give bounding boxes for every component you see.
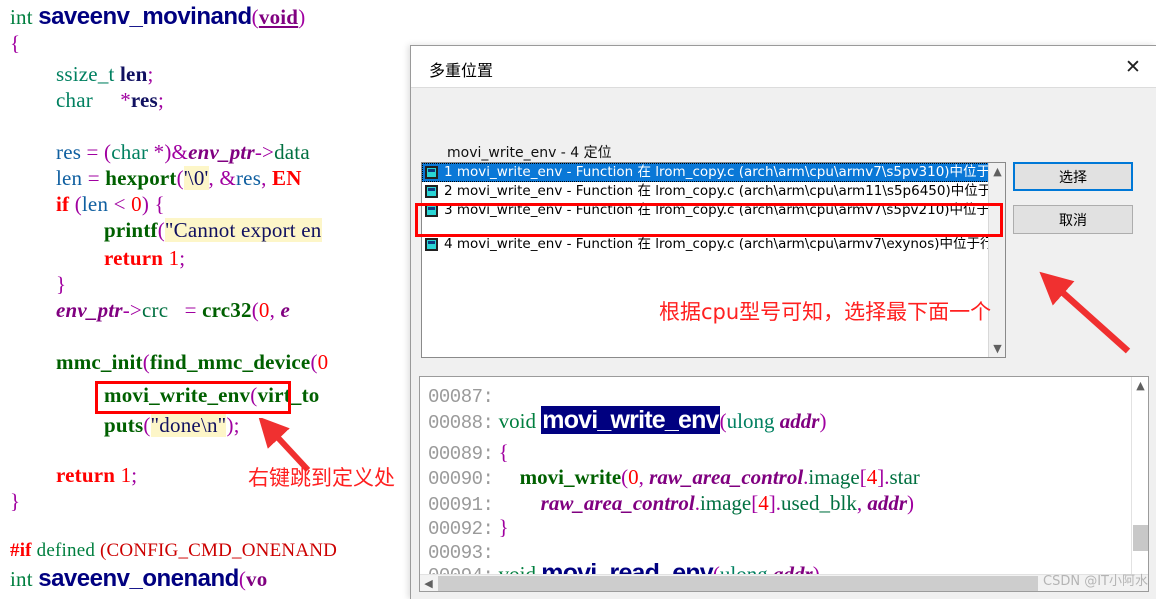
dialog-body: movi_write_env - 4 定位 1 movi_write_env -…	[411, 88, 1156, 599]
code-preview-pane[interactable]: 00087: 00088: void movi_write_env(ulong …	[419, 376, 1149, 592]
preview-line: 00090: movi_write(0, raw_area_control.im…	[428, 465, 920, 490]
list-item-label: 2 movi_write_env - Function 在 lrom_copy.…	[444, 183, 1006, 199]
dialog-annotation-text: 根据cpu型号可知，选择最下面一个	[659, 300, 992, 324]
dialog-title: 多重位置	[429, 61, 494, 80]
dialog-annotation-arrow	[1039, 271, 1131, 354]
code-line: puts("done\n");	[104, 413, 240, 437]
list-label: movi_write_env - 4 定位	[447, 145, 612, 161]
preview-line: 00089: {	[428, 440, 509, 465]
select-button[interactable]: 选择	[1013, 162, 1133, 191]
code-line: if (len < 0) {	[56, 192, 165, 216]
scrollbar-thumb[interactable]	[990, 181, 1005, 235]
code-line: return 1;	[104, 246, 186, 270]
list-item[interactable]: 2 movi_write_env - Function 在 lrom_copy.…	[422, 182, 1005, 201]
scrollbar-thumb[interactable]	[1133, 525, 1148, 551]
code-line: {	[10, 31, 21, 55]
locations-listbox[interactable]: 1 movi_write_env - Function 在 lrom_copy.…	[421, 162, 1006, 358]
code-line: }	[56, 272, 67, 296]
code-line: int saveenv_movinand(void)	[10, 3, 306, 30]
code-line: env_ptr->crc = crc32(0, e	[56, 298, 291, 322]
list-item-label: 4 movi_write_env - Function 在 lrom_copy.…	[444, 236, 1006, 252]
code-line: printf("Cannot export en	[104, 218, 322, 242]
chevron-down-icon[interactable]: ▼	[989, 340, 1005, 357]
code-line: len = hexport('\0', &res, EN	[56, 166, 302, 190]
screen: int saveenv_movinand(void) { ssize_t len…	[0, 0, 1156, 599]
list-item[interactable]: 3 movi_write_env - Function 在 lrom_copy.…	[422, 201, 1005, 220]
preview-horizontal-scrollbar[interactable]: ◀	[420, 574, 1148, 591]
watermark: CSDN @IT小阿水	[1043, 574, 1148, 589]
list-item[interactable]: 4 movi_write_env - Function 在 lrom_copy.…	[422, 235, 1005, 254]
code-line: int saveenv_onenand(vo	[10, 565, 268, 592]
code-line: char *res;	[56, 88, 164, 112]
chevron-up-icon[interactable]: ▲	[989, 163, 1005, 180]
chevron-up-icon[interactable]: ▲	[1132, 377, 1148, 394]
multiple-locations-dialog: 多重位置 ✕ movi_write_env - 4 定位 1 movi_writ…	[410, 45, 1156, 599]
chevron-left-icon[interactable]: ◀	[420, 575, 437, 591]
code-line: ssize_t len;	[56, 62, 154, 86]
code-line: res = (char *)&env_ptr->data	[56, 140, 310, 164]
code-line: return 1;	[56, 463, 138, 487]
preview-vertical-scrollbar[interactable]: ▲	[1131, 377, 1148, 574]
list-item[interactable]: 1 movi_write_env - Function 在 lrom_copy.…	[422, 163, 1005, 182]
list-item-label: 1 movi_write_env - Function 在 lrom_copy.…	[444, 164, 1006, 180]
function-icon	[425, 204, 438, 217]
function-icon	[425, 238, 438, 251]
preview-line: 00092: }	[428, 515, 509, 540]
editor-annotation-text: 右键跳到定义处	[248, 466, 395, 490]
code-line: mmc_init(find_mmc_device(0	[56, 350, 329, 374]
preview-line: 00093:	[428, 542, 494, 564]
cancel-button[interactable]: 取消	[1013, 205, 1133, 234]
function-icon	[425, 185, 438, 198]
listbox-scrollbar[interactable]: ▲ ▼	[988, 163, 1005, 357]
dialog-titlebar: 多重位置 ✕	[411, 46, 1156, 88]
function-icon	[425, 166, 438, 179]
preview-line: 00091: raw_area_control.image[4].used_bl…	[428, 491, 915, 516]
close-icon[interactable]: ✕	[1110, 46, 1156, 87]
preview-line: 00088: void movi_write_env(ulong addr)	[428, 406, 827, 434]
preview-line: 00087:	[428, 386, 494, 408]
scrollbar-thumb[interactable]	[438, 576, 1038, 591]
editor-definition-callout-box	[95, 381, 291, 414]
list-item-label: 3 movi_write_env - Function 在 lrom_copy.…	[444, 202, 1005, 218]
code-line: #if defined (CONFIG_CMD_ONENAND	[10, 540, 338, 561]
code-line: }	[10, 489, 21, 513]
